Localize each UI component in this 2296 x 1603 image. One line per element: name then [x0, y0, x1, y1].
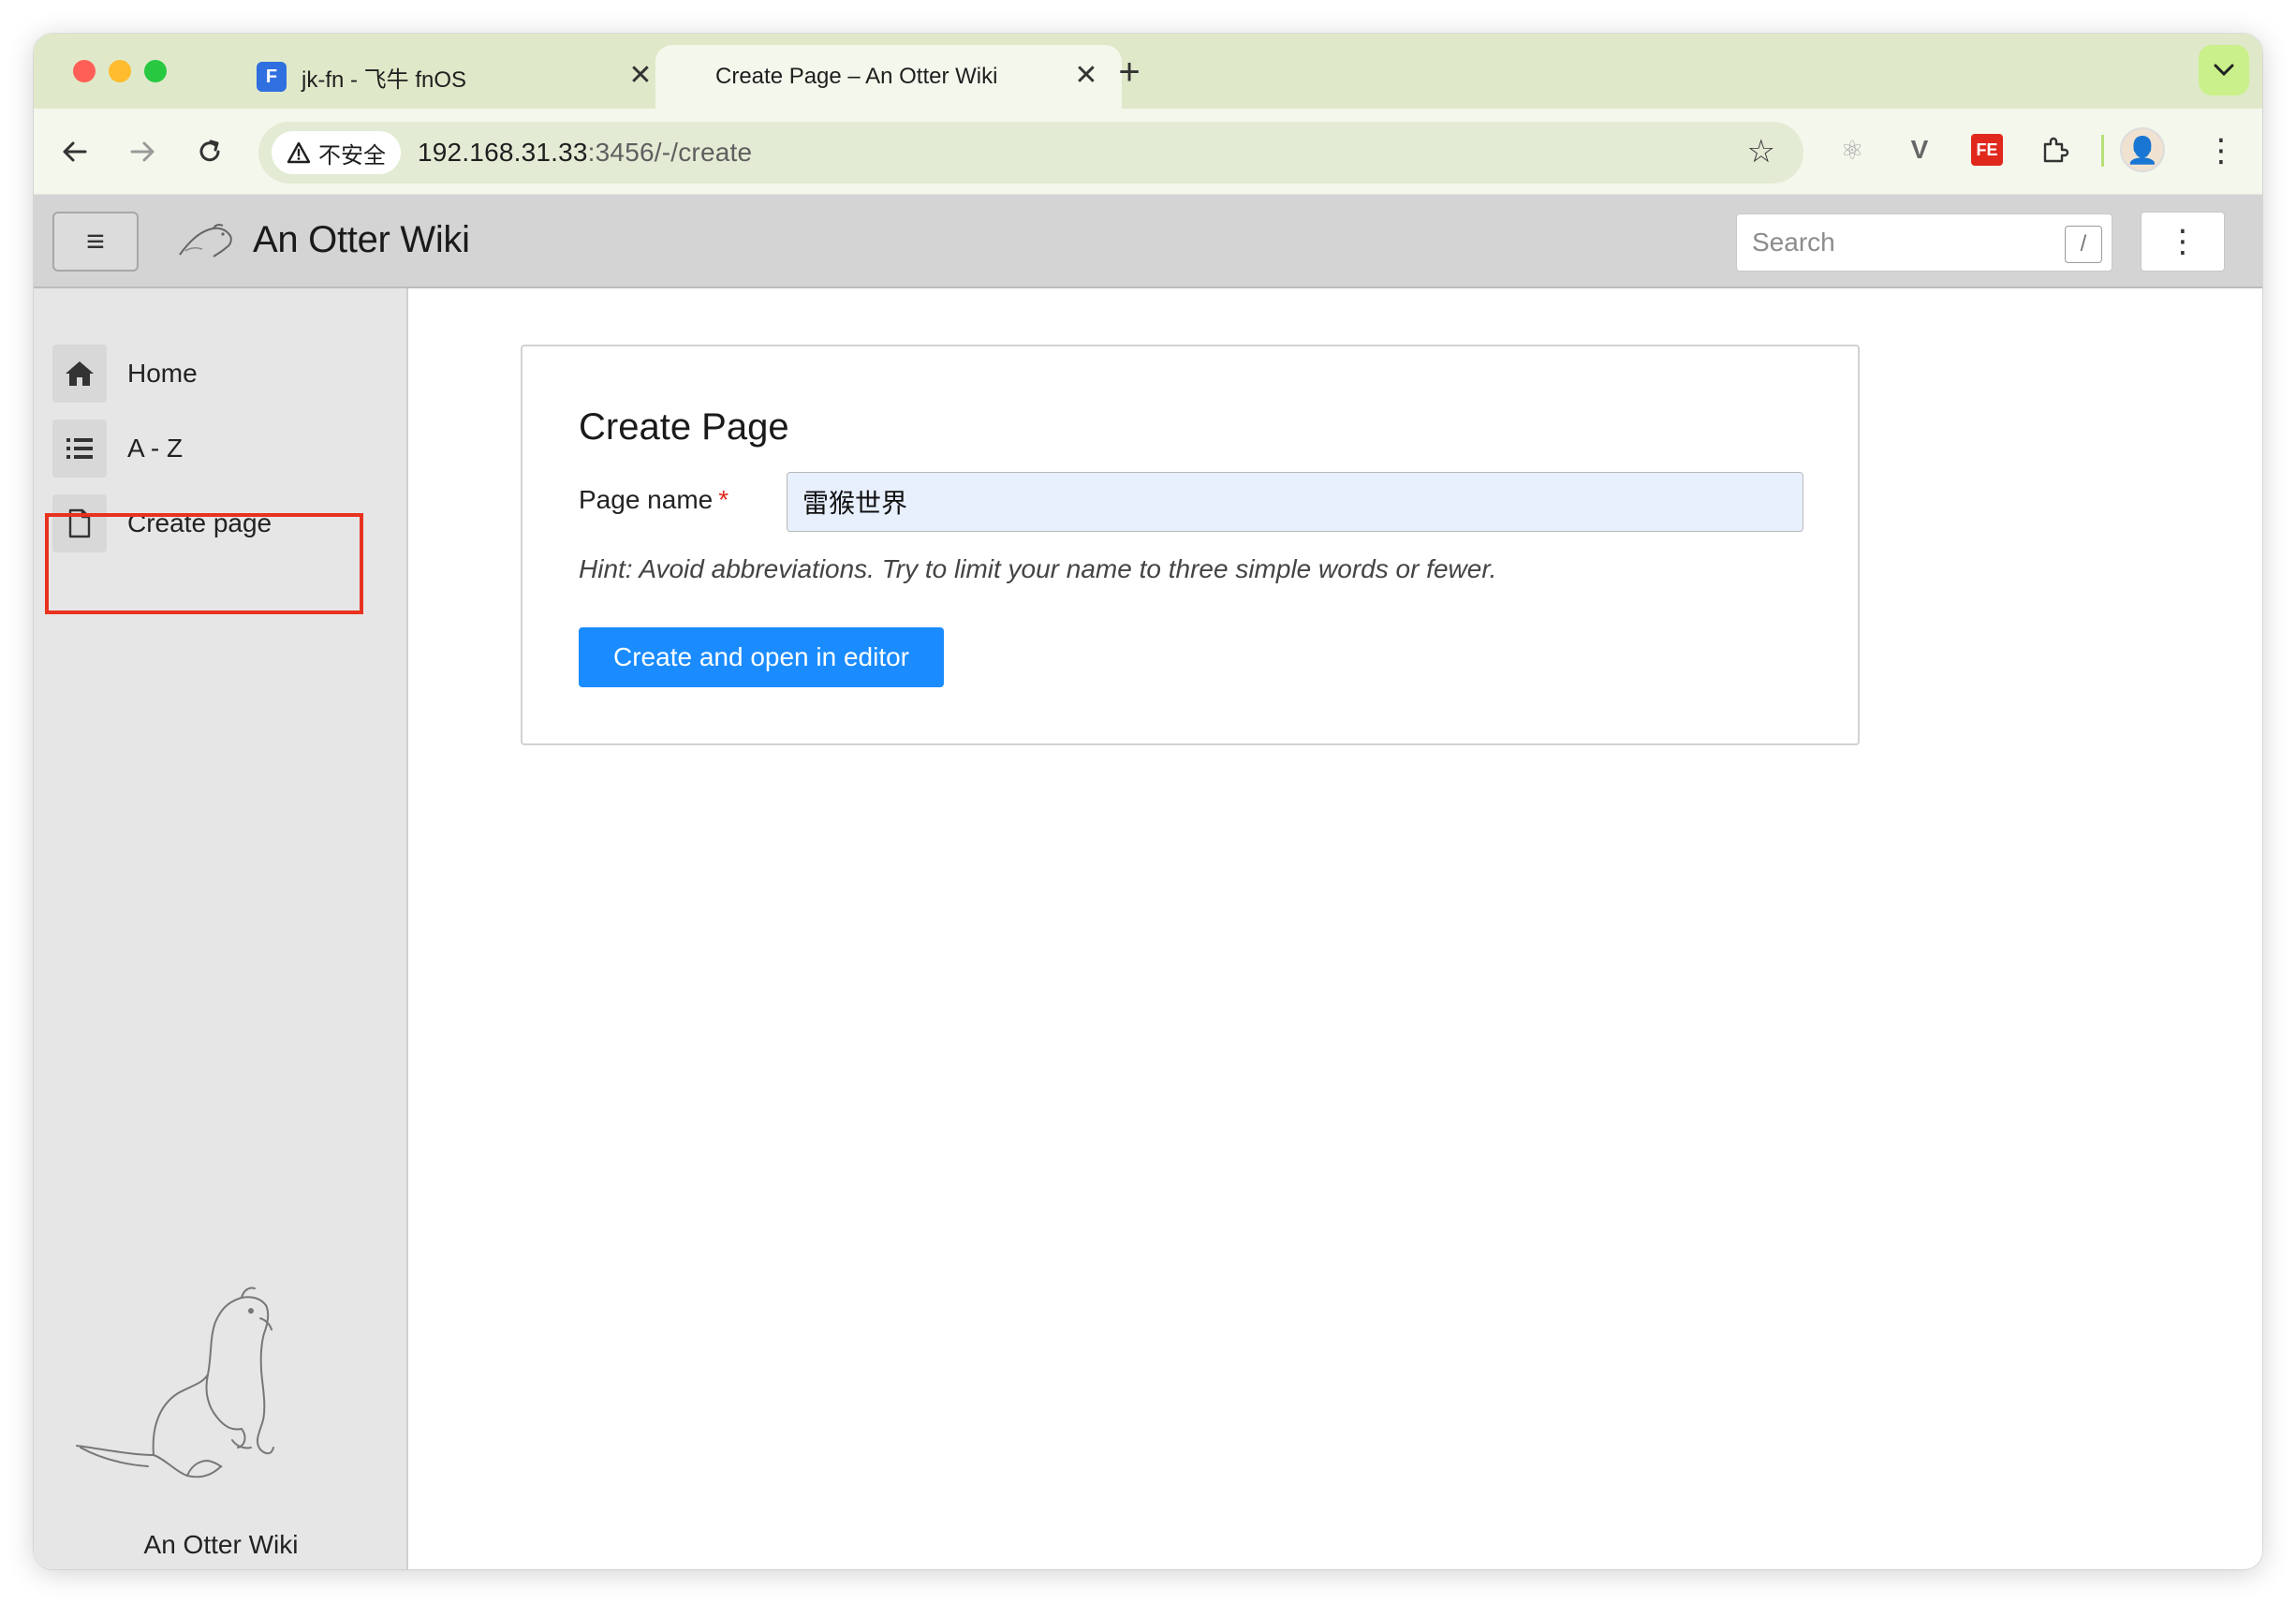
- sidebar-toggle-button[interactable]: ≡: [52, 212, 139, 272]
- required-marker: *: [718, 485, 729, 514]
- url-host: 192.168.31.33: [418, 138, 588, 167]
- sidebar-item-label: Home: [127, 359, 198, 388]
- extensions-puzzle-icon[interactable]: [2034, 129, 2075, 170]
- url-path: :3456/-/create: [587, 138, 753, 167]
- minimize-window-button[interactable]: [109, 60, 131, 82]
- sidebar-footer-title: An Otter Wiki: [143, 1530, 299, 1559]
- chevron-down-icon: [2214, 64, 2234, 77]
- reload-icon: [199, 140, 220, 162]
- main-content: Create Page Page name* Hint: Avoid abbre…: [408, 288, 2262, 1569]
- page-title: Create Page: [579, 406, 789, 448]
- reload-button[interactable]: [187, 129, 232, 174]
- security-label: 不安全: [318, 142, 386, 169]
- tab-create-page[interactable]: Create Page – An Otter Wiki ✕: [655, 45, 1122, 109]
- sidebar-item-label: A - Z: [127, 434, 184, 463]
- bookmark-star-icon[interactable]: ☆: [1747, 133, 1775, 170]
- tab-title: jk-fn - 飞牛 fnOS: [302, 66, 467, 93]
- fe-helper-extension-icon[interactable]: FE: [1966, 129, 2008, 170]
- wiki-menu-button[interactable]: ⋮: [2141, 212, 2225, 272]
- wiki-title[interactable]: An Otter Wiki: [253, 219, 470, 261]
- sidebar-item-a-z[interactable]: A - Z: [52, 419, 352, 478]
- tab-title: Create Page – An Otter Wiki: [715, 64, 998, 89]
- create-and-open-button[interactable]: Create and open in editor: [579, 627, 944, 687]
- create-page-card: Create Page Page name* Hint: Avoid abbre…: [521, 345, 1860, 745]
- tab-close-icon[interactable]: ✕: [626, 62, 655, 92]
- vue-devtools-extension-icon[interactable]: V: [1899, 129, 1940, 170]
- maximize-window-button[interactable]: [144, 60, 167, 82]
- close-window-button[interactable]: [73, 60, 96, 82]
- wiki-sidebar: Home A - Z Create page An Otter Wiki: [34, 288, 408, 1569]
- page-name-label-text: Page name: [579, 485, 714, 514]
- wiki-header: ≡ An Otter Wiki / ⋮: [34, 195, 2262, 288]
- page-name-hint: Hint: Avoid abbreviations. Try to limit …: [579, 554, 1497, 583]
- sidebar-item-home[interactable]: Home: [52, 345, 352, 403]
- home-icon: [52, 345, 107, 403]
- tab-close-icon[interactable]: ✕: [1071, 62, 1101, 92]
- profile-avatar[interactable]: 👤: [2120, 127, 2165, 172]
- tab-search-button[interactable]: [2199, 45, 2249, 96]
- page-name-input[interactable]: [787, 472, 1803, 532]
- puzzle-icon: [2043, 137, 2069, 163]
- search-field[interactable]: /: [1736, 213, 2112, 272]
- more-vertical-icon: ⋮: [2167, 224, 2199, 259]
- otter-illustration-icon: [76, 1287, 274, 1478]
- toolbar-divider: [2101, 135, 2104, 167]
- arrow-right-icon: [130, 141, 155, 162]
- tab-strip: F jk-fn - 飞牛 fnOS ✕ Create Page – An Ott…: [34, 34, 2262, 109]
- fnos-favicon-icon: F: [257, 62, 287, 92]
- browser-window: F jk-fn - 飞牛 fnOS ✕ Create Page – An Ott…: [34, 34, 2262, 1569]
- search-input[interactable]: [1752, 228, 2052, 257]
- forward-button[interactable]: [120, 129, 165, 174]
- warning-icon: [287, 141, 311, 164]
- page-name-label: Page name *: [579, 485, 729, 515]
- url-text[interactable]: 192.168.31.33:3456/-/create: [418, 138, 752, 168]
- address-bar[interactable]: 不安全 192.168.31.33:3456/-/create ☆: [258, 122, 1803, 184]
- react-devtools-extension-icon[interactable]: ⚛: [1832, 129, 1873, 170]
- back-button[interactable]: [52, 129, 97, 174]
- hamburger-icon: ≡: [86, 223, 105, 259]
- browser-menu-icon[interactable]: ⋮: [2202, 129, 2240, 174]
- tab-fnos[interactable]: F jk-fn - 飞牛 fnOS ✕: [217, 45, 676, 109]
- new-tab-button[interactable]: +: [1111, 53, 1148, 92]
- browser-toolbar: 不安全 192.168.31.33:3456/-/create ☆ ⚛ V FE…: [34, 109, 2262, 195]
- security-indicator[interactable]: 不安全: [272, 131, 401, 174]
- highlight-annotation: [45, 513, 363, 614]
- otter-logo-icon[interactable]: [176, 219, 236, 262]
- list-icon: [52, 419, 107, 478]
- search-shortcut-hint: /: [2065, 226, 2102, 263]
- arrow-left-icon: [63, 141, 87, 162]
